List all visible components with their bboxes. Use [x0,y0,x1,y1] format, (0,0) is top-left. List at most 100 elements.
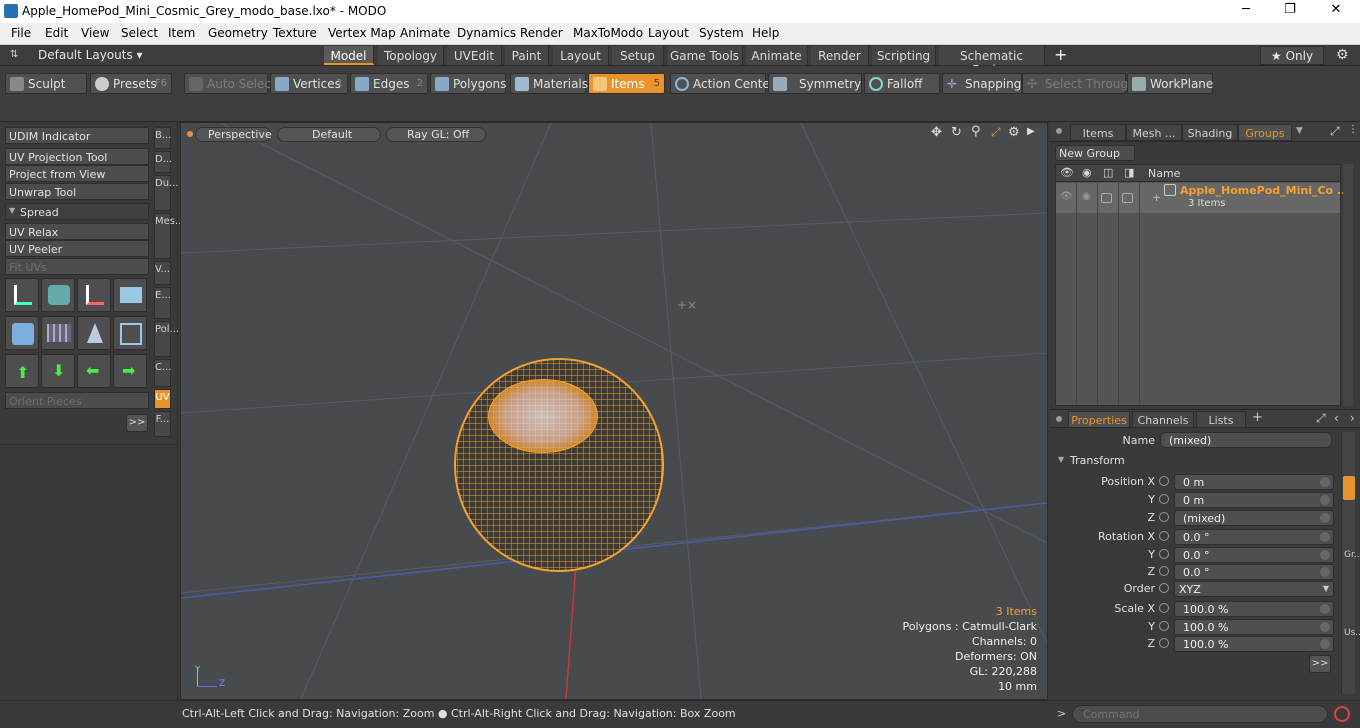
render-icon[interactable]: ◉ [1082,166,1092,179]
tab-animate[interactable]: Animate [746,46,808,65]
rotation-z-field[interactable]: 0.0 ° [1174,564,1334,580]
edges-button[interactable]: Edges 2 [350,73,428,94]
menu-item[interactable]: Item [168,26,195,40]
close-button[interactable]: ✕ [1326,2,1346,17]
menu-file[interactable]: File [11,26,31,40]
uv-rotate-tool-icon[interactable] [41,278,75,312]
scale-x-field[interactable]: 100.0 % [1174,601,1334,617]
fit-icon[interactable]: ⤢ [991,125,1001,140]
tab-dropdown-icon[interactable]: ▼ [1296,126,1303,136]
viewport-menu-dot[interactable] [187,131,193,137]
tab-topology[interactable]: Topology [378,46,444,65]
select-icon[interactable]: ◨ [1124,166,1134,179]
vtab-pol[interactable]: Pol... [154,321,179,357]
add-properties-tab[interactable]: + [1252,410,1263,425]
only-toggle[interactable]: ★ Only [1260,46,1324,65]
auto-select-button[interactable]: Auto Select [184,73,276,94]
scale-y-field[interactable]: 100.0 % [1174,619,1334,635]
row-lock-checkbox[interactable] [1101,193,1112,203]
menu-edit[interactable]: Edit [45,26,68,40]
rotation-z-anim-dot[interactable] [1159,566,1169,576]
fit-uvs-button[interactable]: Fit UVs [5,258,149,275]
select-through-button[interactable]: ✣ Select Through [1022,73,1136,94]
transform-collapse-icon[interactable]: ▼ [1058,455,1064,464]
tab-channels[interactable]: Channels [1132,411,1194,428]
falloff-button[interactable]: Falloff [864,73,940,94]
lock-icon[interactable]: ◫ [1103,166,1113,179]
rotation-x-anim-dot[interactable] [1159,531,1169,541]
presets-button[interactable]: Presets F6 [90,73,172,94]
sculpt-button[interactable]: Sculpt [5,73,87,94]
vtab-e[interactable]: E... [154,287,171,319]
position-y-field[interactable]: 0 m [1174,492,1334,508]
position-y-anim-dot[interactable] [1159,494,1169,504]
position-z-field[interactable]: (mixed) [1174,510,1334,526]
scale-y-anim-dot[interactable] [1159,621,1169,631]
tab-groups[interactable]: Groups [1238,124,1292,141]
new-group-button[interactable]: New Group [1055,145,1135,161]
scale-z-anim-dot[interactable] [1159,638,1169,648]
perspective-dropdown[interactable]: Perspective [195,127,272,142]
gear-icon[interactable]: ⚙ [1336,47,1349,63]
order-dropdown[interactable]: XYZ ▼ [1174,581,1334,597]
tab-uvedit[interactable]: UVEdit [447,46,502,65]
tab-paint[interactable]: Paint [505,46,549,65]
rotation-x-field[interactable]: 0.0 ° [1174,529,1334,545]
menu-vertex-map[interactable]: Vertex Map [328,26,396,40]
position-z-anim-dot[interactable] [1159,512,1169,522]
tab-game-tools[interactable]: Game Tools [667,46,743,65]
align-right-icon[interactable]: ➡ [113,354,147,388]
menu-select[interactable]: Select [121,26,158,40]
row-render-icon[interactable]: ◉ [1082,191,1091,202]
properties-expand-icon[interactable]: ⤢ [1316,411,1326,426]
vtab-c[interactable]: C... [154,359,172,387]
menu-view[interactable]: View [81,26,109,40]
rotate-icon[interactable]: ↻ [951,125,962,140]
menu-animate[interactable]: Animate [400,26,450,40]
tab-shading[interactable]: Shading [1182,124,1238,141]
pan-icon[interactable]: ✥ [931,125,942,140]
maximize-button[interactable]: ❐ [1280,2,1300,17]
polygons-button[interactable]: Polygons [430,73,506,94]
raygl-toggle[interactable]: Ray GL: Off [386,127,486,142]
menu-layout[interactable]: Layout [648,26,689,40]
tab-properties[interactable]: Properties [1068,411,1130,428]
udim-indicator-button[interactable]: UDIM Indicator [5,127,149,144]
align-up-icon[interactable]: ⬆ [5,354,39,388]
row-eye-icon[interactable]: 👁 [1060,191,1073,202]
menu-render[interactable]: Render [520,26,563,40]
command-input[interactable] [1072,705,1328,723]
groups-menu-dot[interactable] [1056,128,1062,134]
group-row[interactable]: 👁 ◉ + Apple_HomePod_Mini_Co ... 3 Items [1056,183,1350,213]
orient-pieces-button[interactable]: Orient Pieces [5,392,149,409]
tab-scripting[interactable]: Scripting [872,46,936,65]
uv-pyramid-tool-icon[interactable] [77,316,111,350]
menu-dynamics[interactable]: Dynamics [457,26,516,40]
uv-cylinder-tool-icon[interactable] [5,316,39,350]
workplane-button[interactable]: WorkPlane [1127,73,1213,94]
groups-scrollbar[interactable] [1343,164,1353,406]
materials-button[interactable]: Materials [510,73,588,94]
symmetry-button[interactable]: Symmetry [768,73,862,94]
vertices-button[interactable]: Vertices 1 [270,73,348,94]
vtab-b[interactable]: B... [154,127,171,149]
uv-scale-tool-icon[interactable] [77,278,111,312]
position-x-field[interactable]: 0 m [1174,474,1334,490]
properties-menu-dot[interactable] [1056,416,1062,422]
uv-move-tool-icon[interactable] [5,278,39,312]
uv-grid-tool-icon[interactable] [41,316,75,350]
vtab-d[interactable]: D... [154,151,172,173]
tab-model[interactable]: Model [324,46,374,65]
3d-viewport[interactable]: +× Perspective Default Ray GL: Off ✥ ↻ ⚲… [180,122,1048,700]
menu-texture[interactable]: Texture [273,26,317,40]
menu-geometry[interactable]: Geometry [208,26,268,40]
order-anim-dot[interactable] [1159,583,1169,593]
sidebar-tab-us[interactable]: Us... [1344,628,1360,639]
uv-relax-button[interactable]: UV Relax [5,223,149,240]
items-button[interactable]: Items 5 [588,73,665,94]
tab-lists[interactable]: Lists [1196,411,1246,428]
position-x-anim-dot[interactable] [1159,476,1169,486]
uv-box-tool-icon[interactable] [113,278,147,312]
snapping-button[interactable]: ✛ Snapping [942,73,1022,94]
vtab-v[interactable]: V... [154,261,171,285]
